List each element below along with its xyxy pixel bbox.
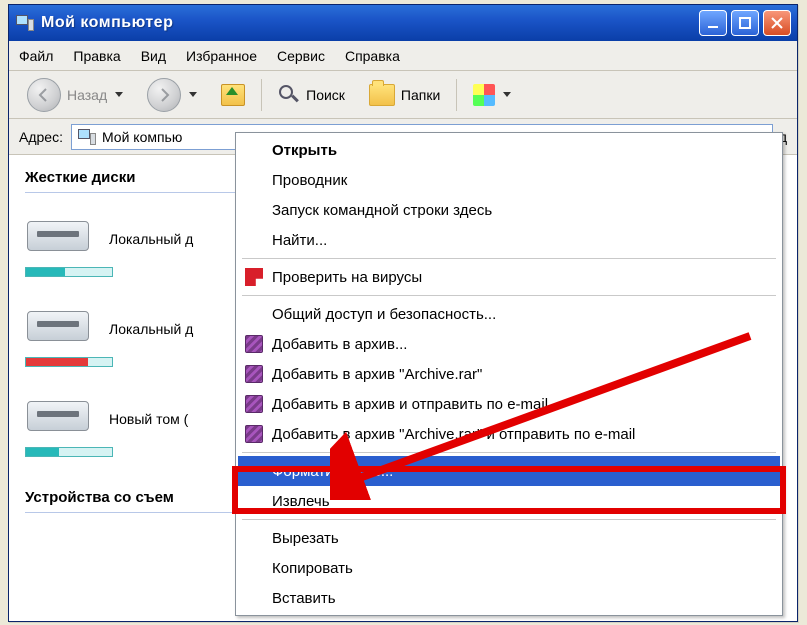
hdd-icon — [25, 305, 95, 353]
ctx-open[interactable]: Открыть — [238, 135, 780, 165]
forward-arrow-icon — [147, 78, 181, 112]
back-label: Назад — [67, 87, 107, 103]
separator — [242, 519, 776, 520]
ctx-rar-add[interactable]: Добавить в архив... — [238, 329, 780, 359]
hdd-icon — [25, 215, 95, 263]
kaspersky-icon — [244, 267, 264, 287]
ctx-cmd-here[interactable]: Запуск командной строки здесь — [238, 195, 780, 225]
computer-icon — [78, 129, 96, 145]
title-bar[interactable]: Мой компьютер — [9, 5, 797, 41]
drive-usage-bar — [25, 357, 113, 367]
app-icon — [15, 13, 35, 33]
folder-icon — [369, 84, 395, 106]
menu-favorites[interactable]: Избранное — [186, 48, 257, 64]
drive-usage-bar — [25, 267, 113, 277]
window-title: Мой компьютер — [41, 14, 699, 32]
views-icon — [473, 84, 495, 106]
folders-label: Папки — [401, 87, 440, 103]
menu-tools[interactable]: Сервис — [277, 48, 325, 64]
hdd-icon — [25, 395, 95, 443]
menu-help[interactable]: Справка — [345, 48, 400, 64]
minimize-button[interactable] — [699, 10, 727, 36]
separator — [242, 295, 776, 296]
winrar-icon — [244, 424, 264, 444]
ctx-copy[interactable]: Копировать — [238, 553, 780, 583]
separator — [242, 258, 776, 259]
address-label: Адрес: — [19, 129, 63, 145]
views-button[interactable] — [465, 80, 519, 110]
ctx-find[interactable]: Найти... — [238, 225, 780, 255]
drive-usage-bar — [25, 447, 113, 457]
ctx-sharing[interactable]: Общий доступ и безопасность... — [238, 299, 780, 329]
forward-button[interactable] — [139, 74, 205, 116]
back-arrow-icon — [27, 78, 61, 112]
search-label: Поиск — [306, 87, 345, 103]
up-dir-button[interactable] — [213, 80, 253, 110]
menu-bar: Файл Правка Вид Избранное Сервис Справка — [9, 41, 797, 71]
chevron-down-icon — [503, 92, 511, 97]
search-button[interactable]: Поиск — [270, 80, 353, 110]
close-button[interactable] — [763, 10, 791, 36]
drive-label: Локальный д — [109, 231, 193, 247]
ctx-rar-add-named[interactable]: Добавить в архив "Archive.rar" — [238, 359, 780, 389]
menu-view[interactable]: Вид — [141, 48, 166, 64]
maximize-button[interactable] — [731, 10, 759, 36]
ctx-cut[interactable]: Вырезать — [238, 523, 780, 553]
winrar-icon — [244, 364, 264, 384]
separator — [242, 452, 776, 453]
ctx-paste[interactable]: Вставить — [238, 583, 780, 613]
chevron-down-icon — [115, 92, 123, 97]
drive-label: Новый том ( — [109, 411, 188, 427]
back-button[interactable]: Назад — [19, 74, 131, 116]
drive-label: Локальный д — [109, 321, 193, 337]
toolbar: Назад Поиск Папки — [9, 71, 797, 119]
ctx-explorer[interactable]: Проводник — [238, 165, 780, 195]
ctx-rar-add-named-email[interactable]: Добавить в архив "Archive.rar" и отправи… — [238, 419, 780, 449]
chevron-down-icon — [189, 92, 197, 97]
winrar-icon — [244, 334, 264, 354]
context-menu: Открыть Проводник Запуск командной строк… — [235, 132, 783, 616]
ctx-format[interactable]: Форматировать... — [238, 456, 780, 486]
address-value: Мой компью — [102, 129, 182, 145]
folders-button[interactable]: Папки — [361, 80, 448, 110]
ctx-antivirus[interactable]: Проверить на вирусы — [238, 262, 780, 292]
winrar-icon — [244, 394, 264, 414]
window-controls — [699, 10, 791, 36]
ctx-rar-add-email[interactable]: Добавить в архив и отправить по e-mail..… — [238, 389, 780, 419]
search-icon — [278, 84, 300, 106]
menu-edit[interactable]: Правка — [73, 48, 120, 64]
ctx-eject[interactable]: Извлечь — [238, 486, 780, 516]
menu-file[interactable]: Файл — [19, 48, 53, 64]
up-folder-icon — [221, 84, 245, 106]
